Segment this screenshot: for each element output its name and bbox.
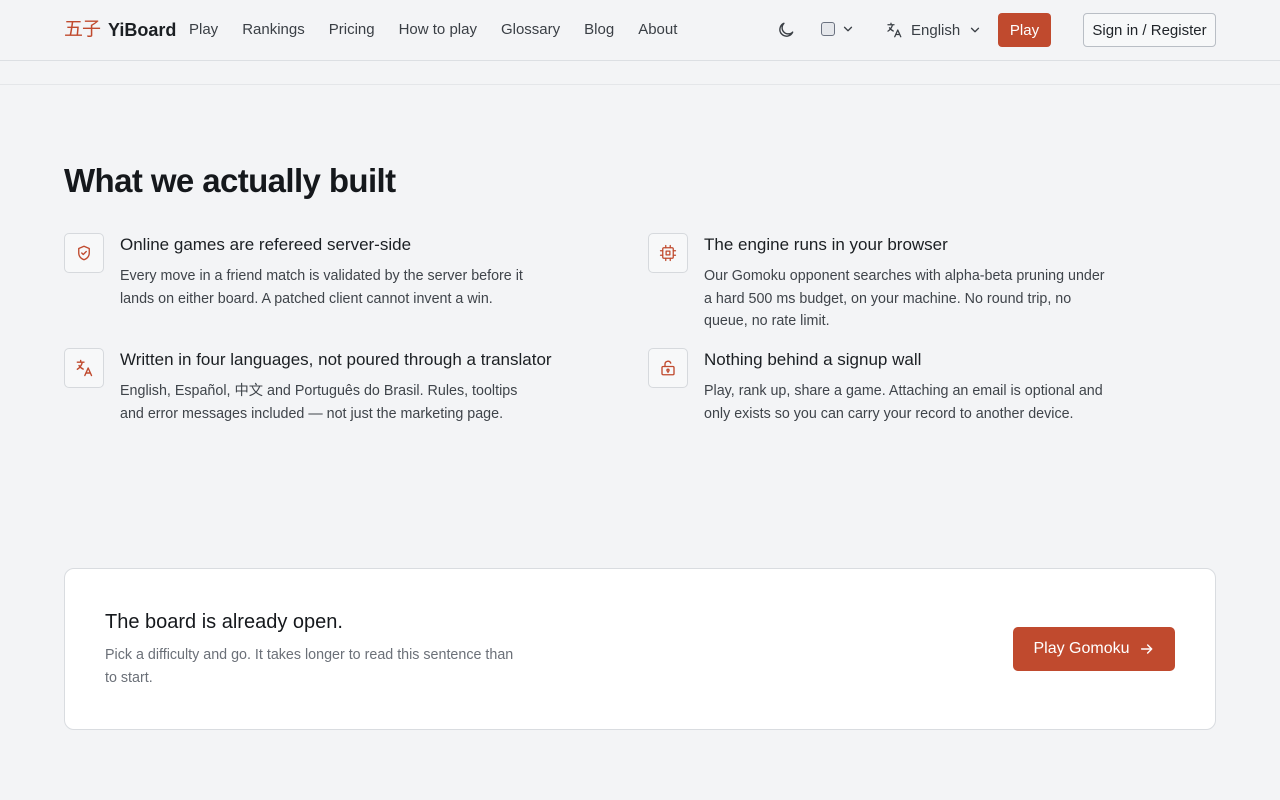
- chevron-down-icon: [843, 26, 853, 32]
- feature-title: The engine runs in your browser: [704, 235, 948, 254]
- play-button[interactable]: Play: [998, 13, 1051, 47]
- play-gomoku-label: Play Gomoku: [1033, 640, 1130, 657]
- feature-description: Our Gomoku opponent searches with alpha-…: [704, 268, 1105, 329]
- nav-about[interactable]: About: [638, 21, 677, 39]
- language-select[interactable]: English: [885, 20, 982, 40]
- top-navbar: 五子 YiBoard Play Rankings Pricing How to …: [0, 0, 1280, 61]
- feature-title: Nothing behind a signup wall: [704, 350, 922, 369]
- board-style-select[interactable]: [821, 22, 855, 36]
- section-title: What we actually built: [64, 162, 396, 199]
- translate-icon: [76, 359, 93, 377]
- logo-mark: 五子: [64, 19, 101, 40]
- nav-glossary[interactable]: Glossary: [501, 21, 560, 39]
- logo-link[interactable]: 五子 YiBoard: [64, 19, 176, 41]
- translate-icon: [887, 22, 902, 38]
- feature-icon-box: [648, 348, 688, 388]
- nav-play[interactable]: Play: [189, 21, 218, 39]
- feature-description: Play, rank up, share a game. Attaching a…: [704, 383, 1103, 422]
- feature-description: English, Español, 中文 and Português do Br…: [120, 383, 518, 422]
- cpu-icon: [659, 244, 677, 262]
- feature-title: Online games are refereed server-side: [120, 235, 412, 254]
- arrow-right-icon: [1140, 644, 1152, 654]
- sign-in-button[interactable]: Sign in / Register: [1083, 13, 1216, 47]
- nav-how-to-play[interactable]: How to play: [399, 21, 477, 39]
- unlock-icon: [661, 360, 675, 376]
- square-icon: [821, 22, 835, 36]
- logo-text: YiBoard: [108, 19, 177, 40]
- nav-rankings[interactable]: Rankings: [242, 21, 305, 39]
- chevron-down-icon: [971, 27, 980, 33]
- feature-icon-box: [64, 348, 104, 388]
- cta-card: The board is already open. Pick a diffic…: [64, 568, 1216, 730]
- feature-title: Written in four languages, not poured th…: [120, 350, 552, 369]
- divider: [0, 84, 1280, 85]
- cta-title: The board is already open.: [105, 611, 343, 633]
- language-label: English: [911, 21, 961, 39]
- nav-pricing[interactable]: Pricing: [329, 21, 375, 39]
- cta-description: Pick a difficulty and go. It takes longe…: [105, 647, 514, 686]
- play-gomoku-button[interactable]: Play Gomoku: [1013, 627, 1175, 671]
- feature-icon-box: [648, 233, 688, 273]
- shield-check-icon: [78, 245, 90, 261]
- moon-icon: [779, 22, 794, 37]
- feature-icon-box: [64, 233, 104, 273]
- main-nav: Play Rankings Pricing How to play Glossa…: [189, 21, 677, 39]
- theme-toggle-button[interactable]: [776, 20, 796, 40]
- feature-description: Every move in a friend match is validate…: [120, 268, 523, 307]
- nav-blog[interactable]: Blog: [584, 21, 614, 39]
